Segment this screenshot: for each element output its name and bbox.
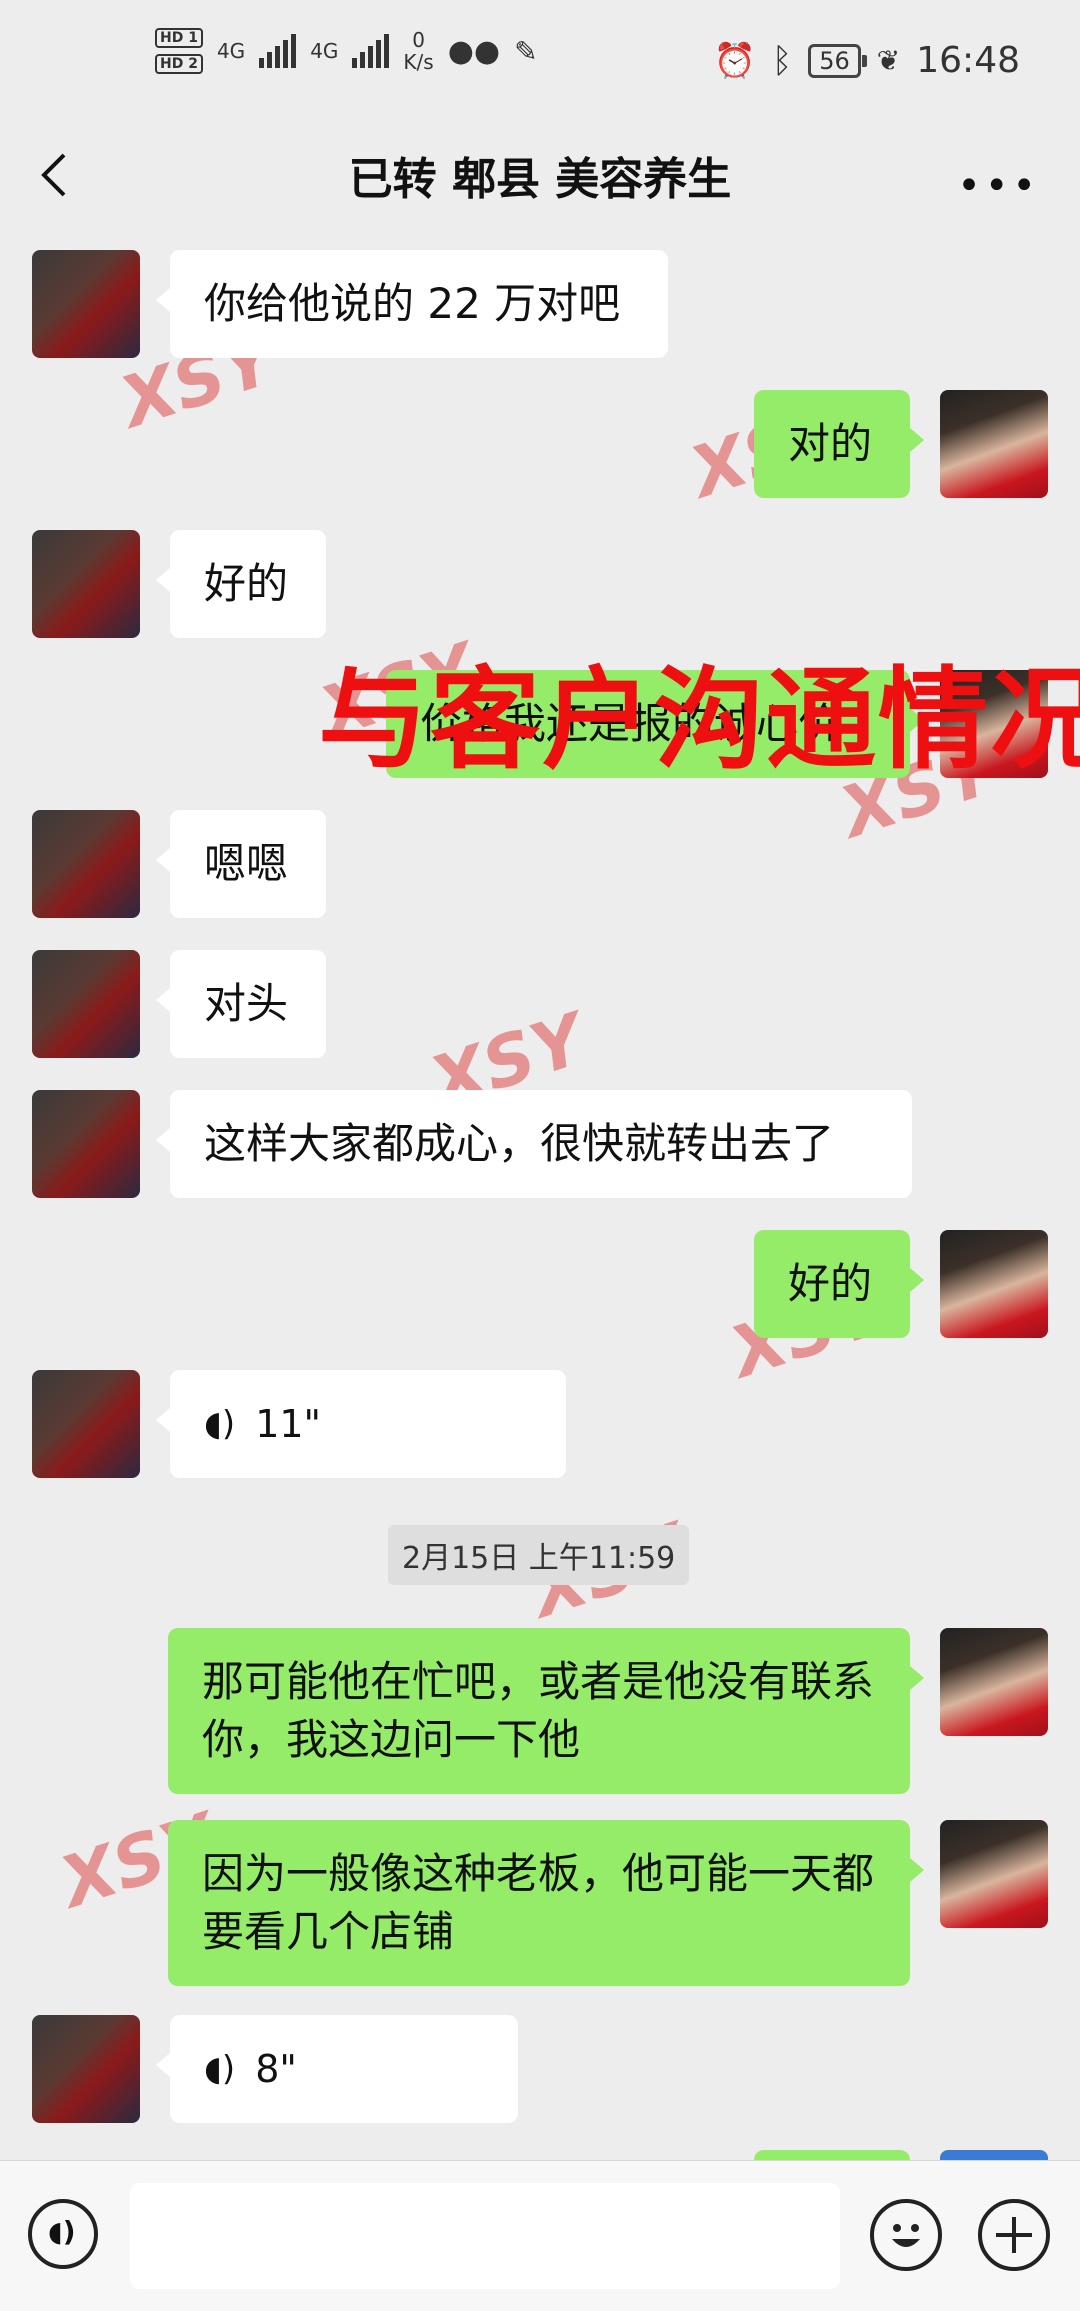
contact-avatar[interactable] — [32, 2015, 140, 2123]
input-bar: ◖) — [0, 2160, 1080, 2311]
signal-icon — [259, 34, 297, 68]
contact-avatar[interactable] — [32, 950, 140, 1058]
network-type-2: 4G — [310, 39, 339, 63]
voice-duration: 11" — [255, 1402, 322, 1446]
voice-message[interactable]: ◖) 11" — [156, 1370, 566, 1478]
my-avatar[interactable] — [940, 1820, 1048, 1928]
sent-message-partial — [754, 2150, 910, 2160]
sent-message[interactable]: 对的 — [754, 390, 924, 498]
add-icon[interactable] — [978, 2199, 1050, 2271]
leaf-icon: ❦ — [876, 44, 901, 77]
contact-avatar[interactable] — [32, 250, 140, 358]
speed-unit: K/s — [403, 50, 434, 74]
my-avatar[interactable] — [940, 1628, 1048, 1736]
received-message[interactable]: 嗯嗯 — [156, 810, 326, 918]
sent-message[interactable]: 因为一般像这种老板，他可能一天都要看几个店铺 — [168, 1820, 924, 1986]
received-message[interactable]: 你给他说的 22 万对吧 — [156, 250, 668, 358]
my-avatar-partial — [940, 2150, 1048, 2160]
sent-message[interactable]: 好的 — [754, 1230, 924, 1338]
alarm-icon: ⏰ — [713, 40, 756, 81]
voice-message[interactable]: ◖) 8" — [156, 2015, 518, 2123]
received-message[interactable]: 对头 — [156, 950, 326, 1058]
emoji-icon[interactable] — [870, 2199, 942, 2271]
chat-title: 已转 郫县 美容养生 — [348, 154, 732, 205]
chat-area[interactable]: XSY XSY XSY XSY XSY XSY XSY XSY 你给他说的 22… — [0, 230, 1080, 2160]
status-bar: HD 1 HD 2 4G 4G 0 K/s ●● ✎ ⏰ ᛒ 56 ❦ 16:4… — [0, 0, 1080, 125]
contact-avatar[interactable] — [32, 810, 140, 918]
network-speed: 0 K/s — [403, 29, 433, 73]
network-type-1: 4G — [216, 39, 246, 63]
contact-avatar[interactable] — [32, 1370, 140, 1478]
voice-duration: 8" — [255, 2047, 297, 2091]
wechat-icon: ●● — [447, 33, 501, 69]
voice-wave-icon: ◖) — [204, 1404, 236, 1444]
speed-value: 0 — [412, 28, 425, 52]
contact-avatar[interactable] — [32, 1090, 140, 1198]
signal-icon-2 — [352, 34, 390, 68]
message-timestamp: 2月15日 上午11:59 — [388, 1525, 690, 1585]
bluetooth-icon: ᛒ — [771, 40, 793, 81]
clock: 16:48 — [916, 40, 1020, 81]
sent-message[interactable]: 那可能他在忙吧，或者是他没有联系你，我这边问一下他 — [168, 1628, 924, 1794]
my-avatar[interactable] — [940, 390, 1048, 498]
hd1-badge: HD 1 — [155, 28, 203, 48]
my-avatar[interactable] — [940, 1230, 1048, 1338]
voice-input-icon[interactable]: ◖) — [28, 2199, 98, 2269]
received-message[interactable]: 好的 — [156, 530, 326, 638]
battery-icon: 56 — [808, 43, 867, 78]
more-options-icon[interactable]: ••• — [957, 163, 1040, 209]
message-input[interactable] — [130, 2183, 840, 2289]
voice-wave-icon: ◖) — [204, 2049, 236, 2089]
received-message[interactable]: 这样大家都成心，很快就转出去了 — [156, 1090, 912, 1198]
contact-avatar[interactable] — [32, 530, 140, 638]
overlay-caption: 与客户沟通情况 — [318, 656, 1080, 784]
hd2-badge: HD 2 — [155, 54, 203, 74]
chat-header: 已转 郫县 美容养生 ••• — [0, 125, 1080, 230]
app-notification-icon: ✎ — [514, 34, 538, 68]
